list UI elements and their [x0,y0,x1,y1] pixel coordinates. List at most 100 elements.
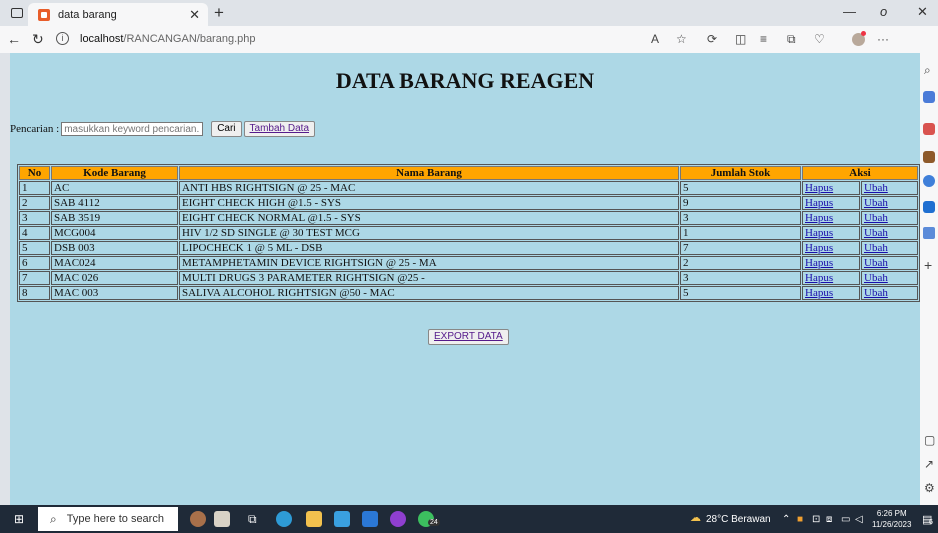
search-form: Pencarian : Cari Tambah Data [10,121,316,137]
cell-hapus: Hapus [802,271,860,285]
cell-no: 2 [19,196,50,210]
delete-link[interactable]: Hapus [805,242,833,254]
sidebar-split-icon[interactable]: ▢ [924,433,935,447]
table-row: 6 MAC024 METAMPHETAMIN DEVICE RIGHTSIGN @ … [19,256,918,270]
vscode-icon[interactable] [362,511,378,527]
delete-link[interactable]: Hapus [805,182,833,194]
export-data-button[interactable]: EXPORT DATA [428,329,509,345]
sidebar-settings-icon[interactable]: ⚙ [924,481,935,495]
cell-stok: 7 [680,241,801,255]
tray-app-icon[interactable]: ■ [797,514,803,525]
notification-badge: 6 [929,519,933,526]
whatsapp-badge: 24 [428,519,440,526]
sidebar-microsoft365-icon[interactable] [923,175,935,187]
search-input[interactable] [61,122,204,136]
delete-link[interactable]: Hapus [805,287,833,299]
delete-link[interactable]: Hapus [805,257,833,269]
tab-actions-icon[interactable] [11,8,23,18]
table-row: 8 MAC 003 SALIVA ALCOHOL RIGHTSIGN @50 - M… [19,286,918,300]
tray-network-icon[interactable]: ⧈ [826,514,832,525]
character-widget-icon[interactable] [214,511,230,527]
add-data-button[interactable]: Tambah Data [243,121,316,137]
edit-link[interactable]: Ubah [864,272,888,284]
app-icon[interactable] [390,511,406,527]
browser-tab[interactable]: data barang ✕ [28,3,208,26]
site-info-icon[interactable]: i [56,32,69,45]
cell-kode: DSB 003 [51,241,178,255]
delete-link[interactable]: Hapus [805,272,833,284]
file-explorer-icon[interactable] [306,511,322,527]
search-button[interactable]: Cari [211,121,242,137]
close-window-icon[interactable]: ✕ [917,4,928,20]
clock-date: 11/26/2023 [872,520,912,529]
browser-essentials-icon[interactable]: ♡ [814,32,825,46]
edit-link[interactable]: Ubah [864,182,888,194]
edit-link[interactable]: Ubah [864,227,888,239]
extensions-icon[interactable]: ⟳ [707,32,717,46]
browser-tab-bar: data barang ✕ + — o ✕ [0,0,938,26]
windows-start-icon[interactable]: ⊞ [14,512,24,526]
task-view-icon[interactable]: ⧉ [248,512,257,527]
cell-hapus: Hapus [802,241,860,255]
sidebar-shopping-icon[interactable] [923,123,935,135]
cell-no: 7 [19,271,50,285]
refresh-icon[interactable]: ↻ [32,31,44,48]
page-title: DATA BARANG REAGEN [335,68,595,93]
edge-browser-icon[interactable] [276,511,292,527]
tab-close-icon[interactable]: ✕ [189,7,200,23]
sidebar-copilot-icon[interactable] [923,91,935,103]
search-icon: ⌕ [50,511,57,526]
edit-link[interactable]: Ubah [864,287,888,299]
tray-battery-icon[interactable]: ▭ [841,514,850,525]
cell-hapus: Hapus [802,256,860,270]
taskbar-search[interactable]: ⌕ Type here to search [38,507,178,531]
edit-link[interactable]: Ubah [864,257,888,269]
delete-link[interactable]: Hapus [805,197,833,209]
new-tab-icon[interactable]: + [214,3,224,23]
cell-ubah: Ubah [861,226,918,240]
tray-chevron-icon[interactable]: ⌃ [782,514,790,525]
edit-link[interactable]: Ubah [864,212,888,224]
news-widget-icon[interactable] [190,511,206,527]
cell-nama: METAMPHETAMIN DEVICE RIGHTSIGN @ 25 - MA [179,256,679,270]
mail-icon[interactable] [334,511,350,527]
edit-link[interactable]: Ubah [864,242,888,254]
restore-icon[interactable]: o [880,4,887,19]
url-host: localhost [80,33,124,45]
data-table: No Kode Barang Nama Barang Jumlah Stok A… [17,164,920,302]
header-stok: Jumlah Stok [680,166,801,180]
sidebar-add-icon[interactable]: + [924,257,932,273]
taskbar-clock[interactable]: 6:26 PM 11/26/2023 [872,508,911,530]
weather-text[interactable]: 28°C Berawan [706,514,771,525]
cell-no: 1 [19,181,50,195]
minimize-icon[interactable]: — [843,4,856,19]
page-viewport: DATA BARANG REAGEN Pencarian : Cari Tamb… [10,53,920,505]
address-bar[interactable]: localhost/RANCANGAN/barang.php [80,33,255,45]
sidebar-external-icon[interactable]: ↗ [924,457,934,471]
cell-nama: SALIVA ALCOHOL RIGHTSIGN @50 - MAC [179,286,679,300]
cell-hapus: Hapus [802,286,860,300]
edit-link[interactable]: Ubah [864,197,888,209]
sidebar-outlook-icon[interactable] [923,201,935,213]
table-header-row: No Kode Barang Nama Barang Jumlah Stok A… [19,166,918,180]
sidebar-search-icon[interactable]: ⌕ [924,63,931,78]
sidebar-games-icon[interactable] [923,151,935,163]
back-icon[interactable]: ← [7,31,21,47]
cell-nama: EIGHT CHECK HIGH @1.5 - SYS [179,196,679,210]
delete-link[interactable]: Hapus [805,212,833,224]
read-aloud-icon[interactable]: A [651,32,659,46]
split-screen-icon[interactable]: ◫ [735,32,746,46]
taskbar: ⊞ ⌕ Type here to search ⧉ 24 ☁ 28°C Bera… [0,505,938,533]
tray-meet-icon[interactable]: ⊡ [812,514,820,525]
sidebar-send-icon[interactable] [923,227,935,239]
delete-link[interactable]: Hapus [805,227,833,239]
tray-volume-icon[interactable]: ◁ [855,514,863,525]
clock-time: 6:26 PM [876,509,907,518]
more-menu-icon[interactable]: ··· [877,32,889,46]
table-row: 7 MAC 026 MULTI DRUGS 3 PARAMETER RIGHTSIG… [19,271,918,285]
favorites-icon[interactable]: ≡ [760,32,767,46]
cell-kode: MAC 003 [51,286,178,300]
collections-icon[interactable]: ⧉ [787,32,796,47]
favorite-star-icon[interactable]: ☆ [676,32,687,46]
cell-stok: 3 [680,271,801,285]
